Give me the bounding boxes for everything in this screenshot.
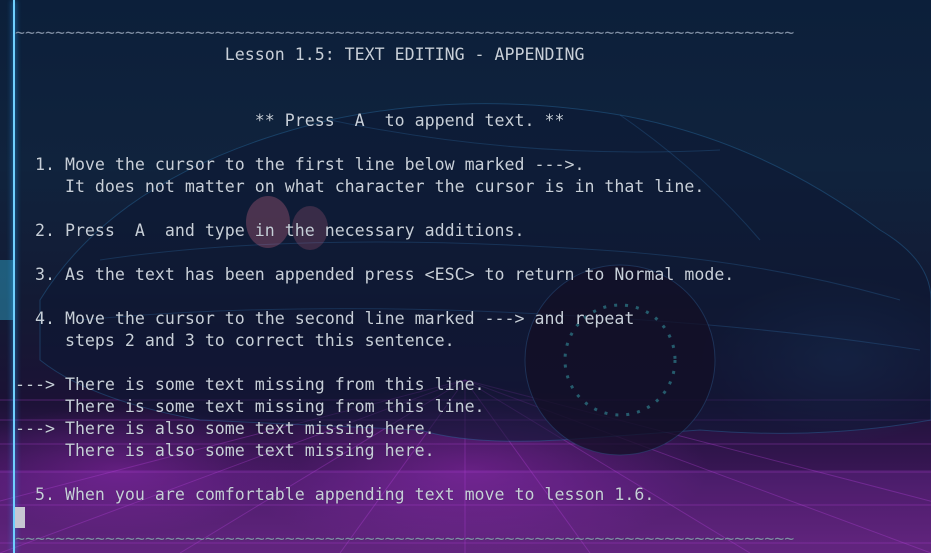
text-cursor [15,507,25,528]
buffer-line: ~~~~~~~~~~~~~~~~~~~~~~~~~~~~~~~~~~~~~~~~… [15,529,795,548]
buffer-line [15,198,794,220]
buffer-line: steps 2 and 3 to correct this sentence. [15,331,455,350]
buffer-line: There is some text missing from this lin… [15,397,485,416]
buffer-line [15,88,794,110]
buffer-line: 4. Move the cursor to the second line ma… [15,309,635,328]
buffer-line: ---> There is some text missing from thi… [15,375,485,394]
buffer-line [15,66,794,88]
terminal-window[interactable]: ~~~~~~~~~~~~~~~~~~~~~~~~~~~~~~~~~~~~~~~~… [0,0,931,553]
buffer-line [15,286,794,308]
buffer-line [15,506,794,528]
buffer-line [15,462,794,484]
buffer-line: Lesson 1.5: TEXT EDITING - APPENDING [15,45,585,64]
buffer-line: 1. Move the cursor to the first line bel… [15,155,585,174]
buffer-line: 3. As the text has been appended press <… [15,265,735,284]
buffer-line: ---> There is also some text missing her… [15,419,435,438]
buffer-line: 5. When you are comfortable appending te… [15,485,655,504]
buffer-line: 2. Press A and type in the necessary add… [15,221,525,240]
buffer-line: ~~~~~~~~~~~~~~~~~~~~~~~~~~~~~~~~~~~~~~~~… [15,23,795,42]
buffer-line: It does not matter on what character the… [15,177,705,196]
vim-tutor-buffer[interactable]: ~~~~~~~~~~~~~~~~~~~~~~~~~~~~~~~~~~~~~~~~… [15,22,794,550]
buffer-line: There is also some text missing here. [15,441,435,460]
buffer-line [15,352,794,374]
buffer-line: ** Press A to append text. ** [15,111,565,130]
buffer-line [15,242,794,264]
buffer-line [15,132,794,154]
